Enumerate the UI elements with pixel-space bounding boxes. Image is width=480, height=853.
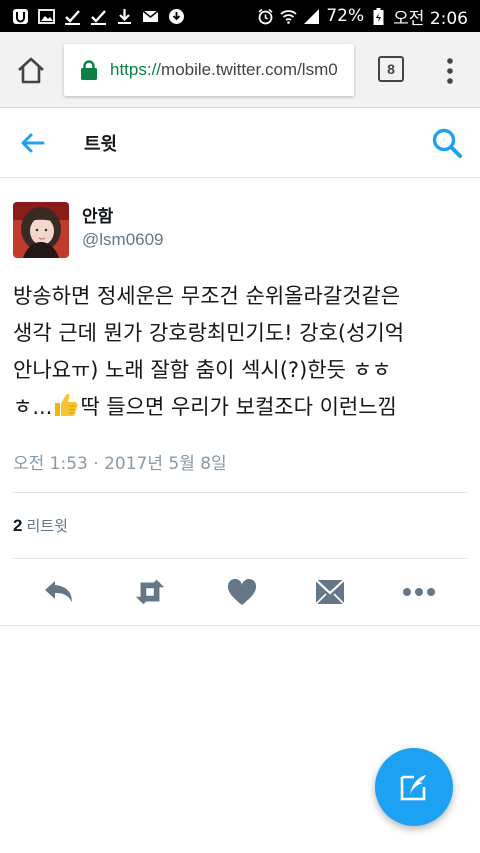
divider [0,625,480,626]
retweet-label: 리트윗 [26,517,68,535]
tweet-actions [0,572,480,612]
envelope-icon [315,579,345,605]
tweet-line-fragment: ㅎ... [13,395,53,419]
system-status: 72% 오전 2:06 [257,4,468,29]
back-arrow-icon [21,133,45,153]
tweet-line-last: ㅎ... 딱 들으면 우리가 보컬조다 이런느낌 [13,389,473,426]
url-scheme: https:// [110,60,162,79]
retweet-button[interactable] [133,576,167,608]
username[interactable]: @lsm0609 [82,230,164,250]
check-notification-icon-2 [90,8,107,25]
compose-icon [400,775,426,801]
signal-icon [303,8,320,25]
tweet-line: 방송하면 정세운은 무조건 순위올라갈것같은 [13,284,401,308]
retweet-icon [135,579,165,605]
lock-icon [81,60,97,80]
url-text: https://mobile.twitter.com/lsm0 [110,60,338,80]
divider [13,558,467,559]
compose-tweet-button[interactable] [375,748,453,826]
check-notification-icon [64,8,81,25]
address-bar[interactable]: https://mobile.twitter.com/lsm0 [64,44,354,96]
clock: 오전 2:06 [393,8,468,29]
retweet-stats[interactable]: 2 리트윗 [13,515,68,536]
search-icon [432,128,462,158]
status-bar: 72% 오전 2:06 [0,0,480,32]
divider [13,492,467,493]
direct-message-button[interactable] [313,576,347,608]
app-header: 트윗 [0,108,480,178]
more-vert-icon [447,58,453,84]
display-name[interactable]: 안함 [82,202,113,227]
heart-icon [227,578,257,605]
download-notification-icon [116,8,133,25]
tweet-timestamp[interactable]: 오전 1:53 · 2017년 5월 8일 [13,449,227,474]
like-button[interactable] [225,576,259,608]
image-notification-icon [38,8,55,25]
tweet-line-fragment: 딱 들으면 우리가 보컬조다 이런느낌 [80,395,397,419]
home-icon [18,57,44,84]
tweet-line: 생각 근데 뭔가 강호랑최민기도! 강호(성기억 [13,321,405,345]
thumbs-up-emoji-icon [55,393,78,416]
notification-icons [12,8,185,25]
back-button[interactable] [18,128,48,158]
reply-icon [45,581,72,602]
more-options-button[interactable] [402,576,436,608]
app-notification-icon [12,8,29,25]
battery-icon [370,7,387,25]
browser-toolbar: https://mobile.twitter.com/lsm0 8 [0,32,480,108]
search-button[interactable] [430,126,464,160]
avatar[interactable] [13,202,69,258]
page-title: 트윗 [84,134,118,155]
wifi-icon [280,8,297,25]
tab-switcher-button[interactable]: 8 [378,56,404,82]
mail-notification-icon [142,8,159,25]
more-icon [403,588,435,596]
browser-menu-button[interactable] [440,56,460,86]
battery-percent: 72% [326,6,365,26]
home-button[interactable] [14,54,48,88]
alarm-icon [257,8,274,25]
retweet-count: 2 [13,516,23,535]
download-circle-icon [168,8,185,25]
reply-button[interactable] [42,576,76,608]
tweet-text: 방송하면 정세운은 무조건 순위올라갈것같은 생각 근데 뭔가 강호랑최민기도!… [13,278,473,426]
url-host: mobile.twitter.com/lsm0 [161,60,338,79]
tweet-line: 안나요ㅠ) 노래 잘함 춤이 섹시(?)한듯 ㅎㅎ [13,358,392,382]
